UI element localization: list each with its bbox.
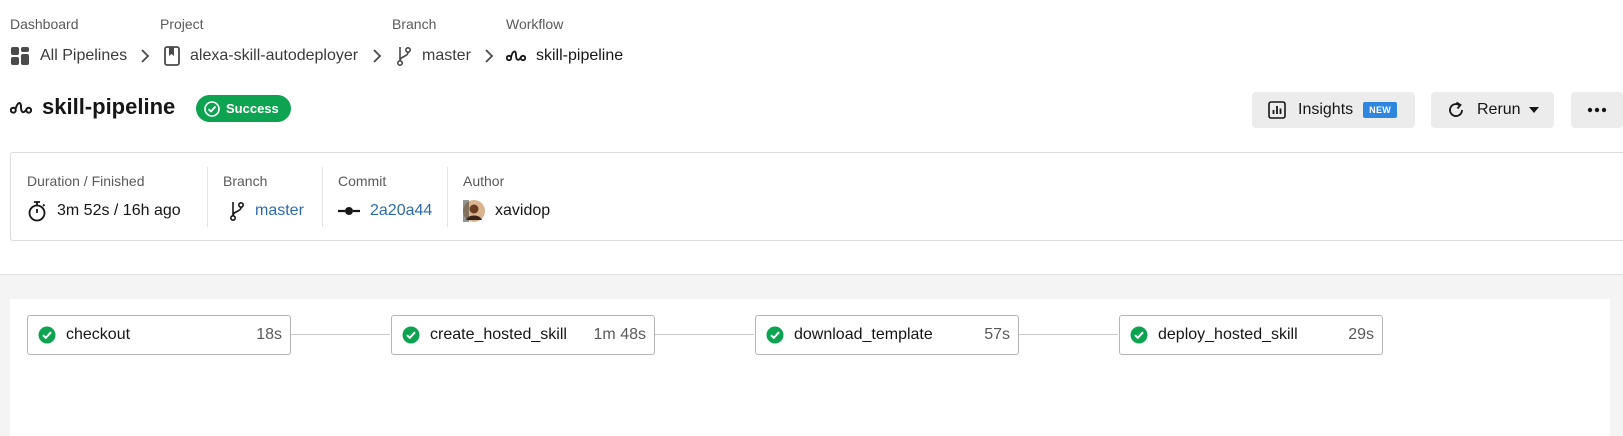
caret-down-icon	[1528, 107, 1539, 113]
breadcrumb-workflow-text: skill-pipeline	[536, 47, 624, 64]
breadcrumb-project-text: alexa-skill-autodeployer	[190, 47, 359, 64]
refresh-icon	[1447, 101, 1465, 119]
chevron-right-icon	[140, 46, 150, 66]
check-circle-icon	[204, 100, 220, 117]
breadcrumb-project[interactable]: alexa-skill-autodeployer	[164, 44, 358, 68]
breadcrumb-branch-text: master	[422, 47, 471, 64]
bookmark-icon	[164, 46, 180, 66]
insights-button[interactable]: Insights NEW	[1252, 92, 1415, 128]
stopwatch-icon	[27, 200, 47, 222]
branch-icon	[229, 200, 245, 222]
insights-button-label: Insights	[1298, 101, 1354, 118]
workflow-icon	[9, 100, 33, 121]
pipeline-details-panel: Duration / Finished 3m 52s / 16h ago Bra…	[10, 152, 1623, 241]
duration-value: 3m 52s / 16h ago	[27, 199, 181, 223]
chevron-right-icon	[484, 46, 494, 66]
check-circle-icon	[766, 326, 784, 344]
divider	[447, 167, 448, 227]
job-duration: 18s	[256, 326, 282, 343]
job-connector	[1019, 334, 1118, 335]
more-options-button[interactable]	[1571, 92, 1623, 128]
breadcrumb-dashboard-label: Dashboard	[10, 16, 79, 32]
branch-link[interactable]: master	[223, 199, 304, 223]
rerun-button-label: Rerun	[1477, 101, 1521, 118]
branch-link-text: master	[255, 202, 304, 219]
breadcrumb-all-pipelines-text: All Pipelines	[40, 47, 128, 64]
page-title: skill-pipeline	[42, 94, 176, 119]
job-card-create-hosted-skill[interactable]: create_hosted_skill 1m 48s	[391, 315, 655, 355]
status-badge-text: Success	[226, 101, 279, 116]
branch-icon	[396, 45, 412, 67]
status-badge: Success	[196, 95, 291, 122]
job-connector	[291, 334, 390, 335]
dashboard-icon	[10, 46, 30, 66]
duration-label: Duration / Finished	[27, 173, 145, 189]
bar-chart-icon	[1268, 101, 1286, 119]
breadcrumb-branch-label: Branch	[392, 16, 437, 32]
breadcrumb-project-label: Project	[160, 16, 204, 32]
job-card-download-template[interactable]: download_template 57s	[755, 315, 1019, 355]
breadcrumb-workflow: skill-pipeline	[506, 44, 623, 68]
check-circle-icon	[402, 326, 420, 344]
new-badge: NEW	[1363, 102, 1398, 118]
author-label: Author	[463, 173, 505, 189]
job-name: create_hosted_skill	[430, 326, 567, 343]
job-duration: 29s	[1348, 326, 1374, 343]
job-name: download_template	[794, 326, 933, 343]
divider	[207, 167, 208, 227]
breadcrumb: Dashboard Project Branch Workflow All Pi…	[0, 0, 1623, 80]
job-duration: 1m 48s	[593, 326, 646, 343]
divider	[322, 167, 323, 227]
check-circle-icon	[38, 326, 56, 344]
chevron-right-icon	[372, 46, 382, 66]
workflow-icon	[506, 49, 526, 63]
breadcrumb-workflow-label: Workflow	[506, 16, 564, 32]
avatar	[463, 200, 485, 222]
check-circle-icon	[1130, 326, 1148, 344]
rerun-button[interactable]: Rerun	[1431, 92, 1554, 128]
commit-link[interactable]: 2a20a44	[338, 199, 432, 223]
job-connector	[655, 334, 754, 335]
breadcrumb-all-pipelines[interactable]: All Pipelines	[10, 44, 127, 68]
author-name: xavidop	[495, 202, 551, 219]
more-horizontal-icon	[1587, 107, 1607, 113]
job-card-deploy-hosted-skill[interactable]: deploy_hosted_skill 29s	[1119, 315, 1383, 355]
duration-text: 3m 52s / 16h ago	[57, 202, 181, 219]
job-card-checkout[interactable]: checkout 18s	[27, 315, 291, 355]
commit-label: Commit	[338, 173, 387, 189]
job-duration: 57s	[984, 326, 1010, 343]
job-name: checkout	[66, 326, 131, 343]
commit-link-text: 2a20a44	[370, 202, 433, 219]
commit-icon	[338, 205, 360, 217]
breadcrumb-branch[interactable]: master	[396, 44, 471, 68]
job-name: deploy_hosted_skill	[1158, 326, 1298, 343]
branch-label: Branch	[223, 173, 268, 189]
author-value: xavidop	[463, 199, 550, 223]
